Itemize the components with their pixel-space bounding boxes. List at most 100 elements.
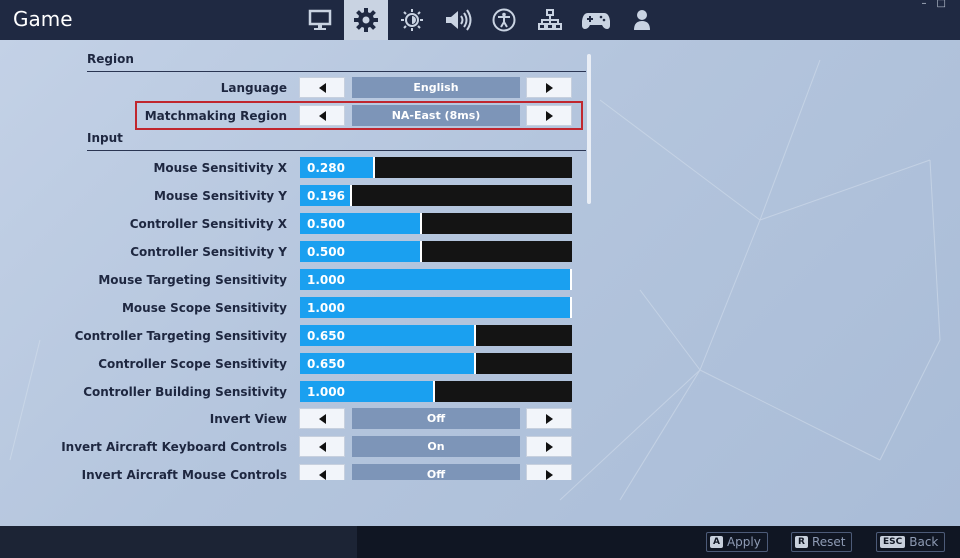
left-arrow-icon <box>318 82 326 93</box>
slider-handle[interactable] <box>420 213 422 234</box>
tab-account[interactable] <box>620 0 664 40</box>
previous-option-button[interactable] <box>299 464 345 480</box>
section-input: Input <box>87 131 586 151</box>
toggle-value: Off <box>352 408 520 429</box>
setting-row-invert-aircraft-keyboard: Invert Aircraft Keyboard Controls On <box>0 436 600 460</box>
sensitivity-slider[interactable]: 1.000 <box>300 381 572 402</box>
reset-button[interactable]: R Reset <box>791 532 853 552</box>
sensitivity-slider[interactable]: 1.000 <box>300 297 572 318</box>
scrollbar[interactable] <box>587 54 591 204</box>
slider-handle[interactable] <box>433 381 435 402</box>
slider-handle[interactable] <box>420 241 422 262</box>
setting-row-slider: Mouse Sensitivity X 0.280 <box>0 157 600 181</box>
back-label: Back <box>909 535 939 549</box>
toggle-value: On <box>352 436 520 457</box>
sensitivity-slider[interactable]: 0.196 <box>300 185 572 206</box>
sensitivity-slider[interactable]: 1.000 <box>300 269 572 290</box>
slider-value: 0.280 <box>307 161 345 175</box>
setting-row-slider: Controller Building Sensitivity 1.000 <box>0 381 600 405</box>
reset-key-hint: R <box>795 536 808 548</box>
setting-label: Controller Building Sensitivity <box>83 385 287 399</box>
slider-value: 0.500 <box>307 245 345 259</box>
window-controls: –□ <box>922 0 956 9</box>
apply-label: Apply <box>726 535 761 549</box>
sensitivity-slider[interactable]: 0.500 <box>300 213 572 234</box>
setting-label: Mouse Sensitivity X <box>153 161 287 175</box>
setting-label: Mouse Sensitivity Y <box>154 189 287 203</box>
previous-option-button[interactable] <box>299 408 345 429</box>
tab-controller[interactable] <box>574 0 618 40</box>
right-arrow-icon <box>545 469 553 480</box>
setting-row-slider: Mouse Targeting Sensitivity 1.000 <box>0 269 600 293</box>
next-option-button[interactable] <box>526 77 572 98</box>
right-arrow-icon <box>545 441 553 452</box>
apply-key-hint: A <box>710 536 723 548</box>
setting-row-slider: Controller Sensitivity X 0.500 <box>0 213 600 237</box>
apply-button[interactable]: A Apply <box>706 532 768 552</box>
sensitivity-slider[interactable]: 0.650 <box>300 325 572 346</box>
gear-icon <box>354 8 378 32</box>
setting-row-slider: Controller Targeting Sensitivity 0.650 <box>0 325 600 349</box>
setting-label: Invert View <box>209 412 287 426</box>
slider-value: 0.500 <box>307 217 345 231</box>
top-bar: Game –□ <box>0 0 960 40</box>
setting-label: Mouse Targeting Sensitivity <box>98 273 287 287</box>
tab-accessibility[interactable] <box>482 0 526 40</box>
network-icon <box>538 9 562 30</box>
setting-row-slider: Controller Scope Sensitivity 0.650 <box>0 353 600 377</box>
next-option-button[interactable] <box>526 464 572 480</box>
slider-handle[interactable] <box>373 157 375 178</box>
right-arrow-icon <box>545 82 553 93</box>
toggle-value: Off <box>352 464 520 480</box>
left-arrow-icon <box>318 469 326 480</box>
maximize-button[interactable]: □ <box>937 0 956 9</box>
tab-video[interactable] <box>298 0 342 40</box>
bottom-left-panel <box>0 526 357 558</box>
back-key-hint: ESC <box>880 536 906 548</box>
slider-value: 0.196 <box>307 189 345 203</box>
slider-handle[interactable] <box>570 269 572 290</box>
slider-value: 1.000 <box>307 385 345 399</box>
slider-handle[interactable] <box>474 353 476 374</box>
slider-handle[interactable] <box>350 185 352 206</box>
tab-game[interactable] <box>344 0 388 40</box>
tab-brightness[interactable] <box>390 0 434 40</box>
setting-label: Controller Sensitivity Y <box>130 245 287 259</box>
speaker-icon <box>446 9 472 31</box>
sensitivity-slider[interactable]: 0.650 <box>300 353 572 374</box>
reset-label: Reset <box>811 535 846 549</box>
slider-value: 1.000 <box>307 273 345 287</box>
gamepad-icon <box>582 13 610 29</box>
language-value: English <box>352 77 520 98</box>
setting-label: Controller Scope Sensitivity <box>98 357 287 371</box>
setting-row-slider: Mouse Scope Sensitivity 1.000 <box>0 297 600 321</box>
tab-input[interactable] <box>528 0 572 40</box>
setting-row-invert-view: Invert View Off <box>0 408 600 432</box>
settings-panel: Region Language English Matchmaking Regi… <box>0 40 960 480</box>
back-button[interactable]: ESC Back <box>876 532 946 552</box>
slider-handle[interactable] <box>474 325 476 346</box>
next-option-button[interactable] <box>526 408 572 429</box>
setting-label: Mouse Scope Sensitivity <box>121 301 287 315</box>
monitor-icon <box>308 9 332 30</box>
left-arrow-icon <box>318 413 326 424</box>
slider-value: 1.000 <box>307 301 345 315</box>
previous-option-button[interactable] <box>299 436 345 457</box>
person-icon <box>634 10 650 30</box>
sensitivity-slider[interactable]: 0.500 <box>300 241 572 262</box>
tab-audio[interactable] <box>436 0 480 40</box>
right-arrow-icon <box>545 413 553 424</box>
sensitivity-slider[interactable]: 0.280 <box>300 157 572 178</box>
section-region: Region <box>87 52 586 72</box>
slider-value: 0.650 <box>307 357 345 371</box>
slider-value: 0.650 <box>307 329 345 343</box>
previous-option-button[interactable] <box>299 77 345 98</box>
brightness-icon <box>401 9 423 31</box>
slider-handle[interactable] <box>570 297 572 318</box>
setting-label: Invert Aircraft Mouse Controls <box>81 468 287 480</box>
setting-label: Controller Targeting Sensitivity <box>74 329 287 343</box>
bottom-bar: A Apply R Reset ESC Back <box>0 526 960 558</box>
minimize-button[interactable]: – <box>922 0 937 9</box>
next-option-button[interactable] <box>526 436 572 457</box>
setting-row-language: Language English <box>0 77 600 101</box>
